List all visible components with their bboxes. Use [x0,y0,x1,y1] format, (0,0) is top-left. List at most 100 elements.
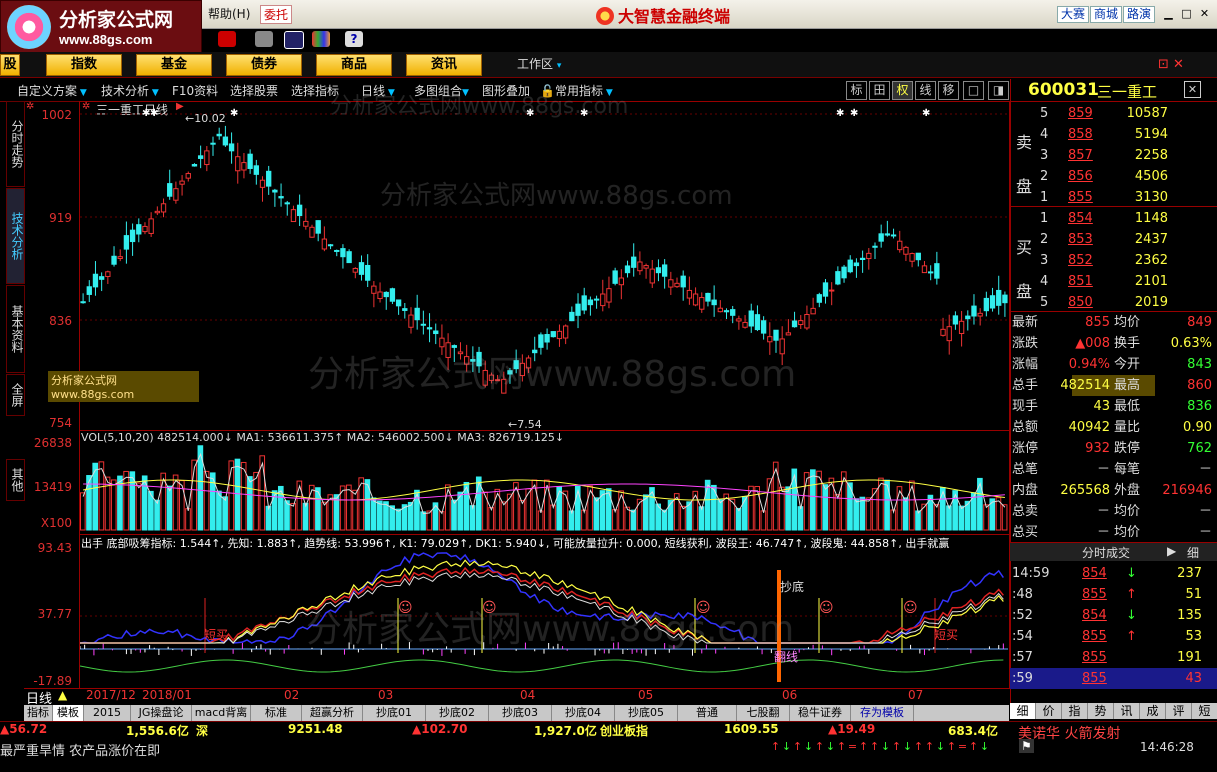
sidetab-intraday[interactable]: 分时走势 [6,101,25,187]
tool-mark[interactable]: 标 [846,81,867,100]
tool-line[interactable]: 线 [915,81,936,100]
status-news[interactable]: 最严重旱情 农产品涨价在即 [0,740,160,759]
sub-f10[interactable]: F10资料 [172,82,218,99]
stat-row: 总手 482514 最高 860 [1010,375,1217,396]
template-tab[interactable]: 稳牛证券 [790,705,851,721]
template-tab[interactable]: 普通 [678,705,737,721]
template-tab[interactable]: 七股翻 [737,705,790,721]
quote-tab[interactable]: 短 [1192,703,1217,719]
nav-bond[interactable]: 债券 [226,54,302,76]
trade-row[interactable]: :52 854 ↓ 135 [1010,605,1217,626]
button-contest[interactable]: 大赛 [1057,6,1090,23]
volume-bar [352,489,358,531]
help-pointer-icon[interactable]: ? [345,31,363,47]
order-row[interactable]: 2 856 4506 [1040,166,1210,187]
volume-ylabel: X100 [40,516,72,530]
nav-fund[interactable]: 基金 [136,54,212,76]
quote-tab[interactable]: 评 [1166,703,1192,719]
sidetab-other[interactable]: 其他 [6,459,25,501]
nav-commodity[interactable]: 商品 [316,54,392,76]
candle [581,287,587,315]
template-tab[interactable]: 存为模板 [851,705,914,721]
template-tab[interactable]: 抄底04 [552,705,615,721]
close-icon[interactable]: ✕ [1184,81,1201,98]
sidetab-tech[interactable]: 技术分析 [6,188,25,284]
watermark: 分析家公式网www.88gs.com [308,354,797,395]
menu-entrust[interactable]: 委托 [260,5,293,24]
stat-label: 均价 [1114,315,1141,330]
order-row[interactable]: 1 854 1148 [1040,208,1210,229]
menu-help[interactable]: 帮助(H) [208,5,250,22]
tool-side[interactable]: ◨ [988,81,1009,100]
template-tab[interactable]: JG操盘论 [131,705,192,721]
print-icon[interactable] [255,31,273,47]
template-tab[interactable]: 超赢分析 [302,705,363,721]
stock-code[interactable]: 600031 [1028,80,1099,100]
order-row[interactable]: 5 859 10587 [1040,103,1210,124]
template-tab[interactable]: 抄底01 [363,705,426,721]
template-tab[interactable]: 抄底05 [615,705,678,721]
sub-select-stock[interactable]: 选择股票 [230,82,278,99]
tool-window[interactable]: □ [963,81,984,100]
trade-row[interactable]: :57 855 191 [1010,647,1217,668]
quote-tab[interactable]: 势 [1088,703,1114,719]
trade-row[interactable]: 14:59 854 ↓ 237 [1010,563,1217,584]
order-row[interactable]: 3 852 2362 [1040,250,1210,271]
quote-tab[interactable]: 成 [1140,703,1166,719]
quote-tab[interactable]: 细 [1010,703,1036,719]
tool-grid[interactable]: 田 [869,81,890,100]
nav-index[interactable]: 指数 [46,54,122,76]
label-chaodi: 抄底 [780,580,805,594]
template-tab[interactable]: 2015 [84,705,131,721]
trades-tab[interactable]: 细 [1187,544,1199,561]
button-mall[interactable]: 商城 [1090,6,1123,23]
sub-custom-scheme[interactable]: 自定义方案 ▼ [17,82,87,99]
quote-tab[interactable]: 价 [1036,703,1062,719]
maximize-icon[interactable]: □ [1178,5,1195,22]
template-tab[interactable]: macd背离 [192,705,251,721]
app-red-icon[interactable] [218,31,236,47]
nav-float-icons[interactable]: ⊡ ✕ [1158,57,1184,72]
order-row[interactable]: 3 857 2258 [1040,145,1210,166]
order-row[interactable]: 2 853 2437 [1040,229,1210,250]
button-roadshow[interactable]: 路演 [1123,6,1156,23]
level: 1 [1040,211,1049,226]
order-row[interactable]: 5 850 2019 [1040,292,1210,313]
template-tab[interactable]: 标准 [251,705,302,721]
volume: 2019 [1134,295,1168,310]
volume-bar [247,476,253,531]
quote-tab[interactable]: 讯 [1114,703,1140,719]
template-tab[interactable]: 抄底02 [426,705,489,721]
stat-label: 外盘 [1114,483,1141,498]
minimize-icon[interactable]: ▁ [1160,5,1177,22]
close-icon[interactable]: ✕ [1196,5,1213,22]
order-row[interactable]: 4 851 2101 [1040,271,1210,292]
sidetab-fundamentals[interactable]: 基本资料 [6,285,25,373]
candle [699,292,705,313]
template-tab[interactable]: 模板 [53,705,84,721]
play-icon[interactable]: ▶ [1167,544,1176,558]
tool-right[interactable]: 权 [892,81,913,100]
order-row[interactable]: 4 858 5194 [1040,124,1210,145]
tool-move[interactable]: 移 [938,81,959,100]
sidetab-fullscreen[interactable]: 全屏 [6,374,25,416]
market-arrow-icon: ↑ [869,740,880,753]
sub-tech-analysis[interactable]: 技术分析 ▼ [101,82,159,99]
workarea-menu[interactable]: 工作区 ▾ [517,55,561,72]
candle [853,258,860,278]
window-icon[interactable] [284,31,304,49]
nav-news[interactable]: 资讯 [406,54,482,76]
order-row[interactable]: 1 855 3130 [1040,187,1210,208]
stat-row: 总卖 － 均价 － [1010,501,1217,522]
books-icon[interactable] [312,31,330,47]
quote-tab[interactable]: 指 [1062,703,1088,719]
volume-bar [667,499,674,531]
trade-row[interactable]: :48 855 ↑ 51 [1010,584,1217,605]
market-arrow-icon: ↑ [946,740,957,753]
trade-row[interactable]: :54 855 ↑ 53 [1010,626,1217,647]
template-tab[interactable]: 抄底03 [489,705,552,721]
nav-stock[interactable]: 股 [0,54,20,76]
template-tab[interactable]: 指标 [24,705,53,721]
candle [655,259,662,282]
trade-row[interactable]: :59 855 43 [1010,668,1217,689]
